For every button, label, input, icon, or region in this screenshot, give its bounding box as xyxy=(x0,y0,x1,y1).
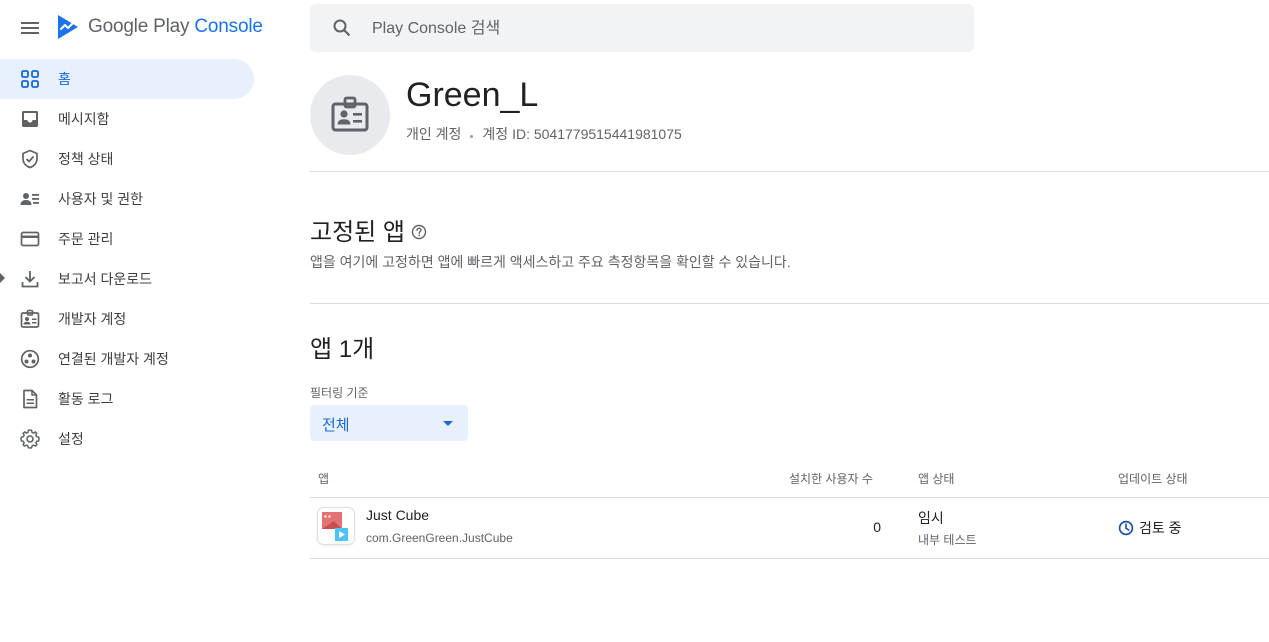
filter-label: 필터링 기준 xyxy=(310,386,369,400)
pinned-apps-title: 고정된 앱 xyxy=(310,212,427,247)
account-avatar xyxy=(310,75,390,155)
column-header-app-status[interactable]: 앱 상태 xyxy=(918,470,954,487)
linked-accounts-icon xyxy=(20,347,40,371)
sidebar-item-label: 사용자 및 권한 xyxy=(58,191,144,207)
sidebar-nav: 홈 메시지함 정책 상태 사용자 및 권한 주문 관리 보고서 다운로드 개발자… xyxy=(0,59,270,459)
filter-value: 전체 xyxy=(322,417,350,434)
divider xyxy=(310,558,1269,559)
sidebar-item-activity-log[interactable]: 활동 로그 xyxy=(0,379,254,419)
account-meta: 개인 계정 계정 ID: 5041779515441981075 xyxy=(406,124,682,144)
app-name[interactable]: Just Cube xyxy=(366,507,429,523)
sidebar-item-label: 연결된 개발자 계정 xyxy=(58,351,169,367)
menu-icon[interactable] xyxy=(18,16,42,40)
app-status-track: 내부 테스트 xyxy=(918,533,977,547)
account-name: Green_L xyxy=(406,76,539,114)
download-icon xyxy=(20,267,40,291)
account-type: 개인 계정 xyxy=(406,126,462,142)
sidebar-item-linked-accounts[interactable]: 연결된 개발자 계정 xyxy=(0,339,254,379)
clock-icon xyxy=(1118,520,1134,536)
sidebar-item-label: 개발자 계정 xyxy=(58,311,127,327)
column-header-update-status[interactable]: 업데이트 상태 xyxy=(1118,470,1188,487)
sidebar-item-users[interactable]: 사용자 및 권한 xyxy=(0,179,254,219)
column-header-app[interactable]: 앱 xyxy=(318,470,329,487)
search-bar[interactable] xyxy=(310,4,974,52)
divider xyxy=(310,303,1269,304)
filter-dropdown[interactable]: 전체 xyxy=(310,405,468,441)
credit-card-icon xyxy=(20,227,40,251)
document-icon xyxy=(20,387,40,411)
logo-text: Google Play Console xyxy=(88,16,263,38)
badge-icon xyxy=(331,96,369,132)
account-id: 계정 ID: 5041779515441981075 xyxy=(482,126,682,142)
pinned-apps-title-text: 고정된 앱 xyxy=(310,219,405,246)
sidebar-item-label: 설정 xyxy=(58,431,84,447)
logo-console: Console xyxy=(194,16,263,37)
sidebar-item-settings[interactable]: 설정 xyxy=(0,419,254,459)
sidebar-item-label: 보고서 다운로드 xyxy=(58,271,153,287)
help-icon[interactable] xyxy=(411,224,427,240)
sidebar-item-label: 메시지함 xyxy=(58,111,110,127)
pinned-apps-description: 앱을 여기에 고정하면 앱에 빠르게 액세스하고 주요 측정항목을 확인할 수 … xyxy=(310,254,791,270)
sidebar-item-inbox[interactable]: 메시지함 xyxy=(0,99,254,139)
installs-count: 0 xyxy=(873,519,881,535)
sidebar-item-download-reports[interactable]: 보고서 다운로드 xyxy=(0,259,254,299)
search-input[interactable] xyxy=(372,16,952,42)
apps-count-title-text: 앱 1개 xyxy=(310,336,375,363)
separator-dot xyxy=(470,134,474,138)
column-header-installs[interactable]: 설치한 사용자 수 xyxy=(789,470,873,487)
play-console-logo-icon xyxy=(58,15,78,39)
badge-icon xyxy=(20,307,40,331)
sidebar-item-label: 정책 상태 xyxy=(58,151,114,167)
update-status: 검토 중 xyxy=(1118,518,1182,538)
shield-check-icon xyxy=(20,147,40,171)
app-status: 임시 xyxy=(918,510,944,526)
sidebar-item-label: 홈 xyxy=(58,71,71,87)
sidebar-item-home[interactable]: 홈 xyxy=(0,59,254,99)
home-grid-icon xyxy=(20,67,40,91)
sidebar-item-policy[interactable]: 정책 상태 xyxy=(0,139,254,179)
top-bar: Google Play Console xyxy=(0,0,270,56)
sidebar-item-label: 활동 로그 xyxy=(58,391,114,407)
sidebar-item-label: 주문 관리 xyxy=(58,231,114,247)
logo-google-play: Google Play xyxy=(88,16,190,37)
inbox-icon xyxy=(20,107,40,131)
expand-arrow-icon[interactable] xyxy=(0,273,5,283)
sidebar-item-developer-account[interactable]: 개발자 계정 xyxy=(0,299,254,339)
chevron-down-icon xyxy=(443,421,453,426)
gear-icon xyxy=(20,427,40,451)
app-package: com.GreenGreen.JustCube xyxy=(366,531,513,545)
sidebar-item-orders[interactable]: 주문 관리 xyxy=(0,219,254,259)
users-permissions-icon xyxy=(20,187,40,211)
google-play-console-logo[interactable]: Google Play Console xyxy=(56,14,263,40)
sidebar: Google Play Console 홈 메시지함 정책 상태 사용자 및 권… xyxy=(0,0,270,642)
table-row[interactable]: Just Cube com.GreenGreen.JustCube 0 임시 내… xyxy=(310,498,1269,558)
update-status-text: 검토 중 xyxy=(1139,520,1182,536)
divider xyxy=(310,171,1269,172)
search-icon xyxy=(333,19,351,37)
app-icon xyxy=(318,508,354,544)
apps-count-title: 앱 1개 xyxy=(310,329,374,364)
